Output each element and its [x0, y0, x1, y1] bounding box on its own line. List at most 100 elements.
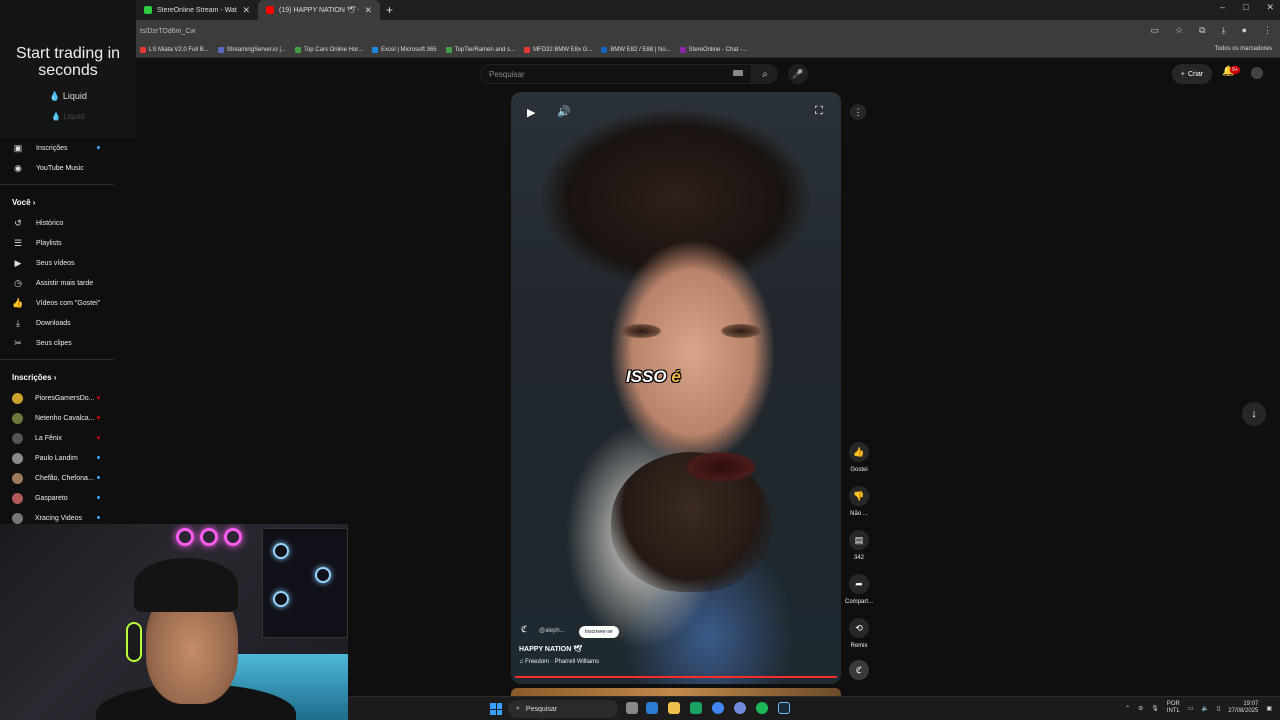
- headset-decoration: [126, 622, 142, 662]
- channel-handle[interactable]: @aleph...: [539, 628, 565, 634]
- remix-button[interactable]: ⟲ Remix: [844, 618, 874, 649]
- close-window-button[interactable]: ✕: [1266, 2, 1274, 13]
- tray-overflow-icon[interactable]: ⌃: [1125, 705, 1130, 712]
- new-tab-button[interactable]: +: [386, 3, 393, 17]
- steam-icon[interactable]: [778, 702, 790, 714]
- play-icon[interactable]: ▶: [527, 106, 535, 119]
- video-title[interactable]: HAPPY NATION 🕊: [519, 645, 582, 653]
- bookmark-item[interactable]: BMW E82 / E88 | No...: [601, 46, 671, 53]
- next-short-preview[interactable]: [511, 688, 841, 696]
- profile-icon[interactable]: ●: [1242, 25, 1247, 36]
- display-icon[interactable]: ▭: [1188, 705, 1194, 712]
- store-icon[interactable]: [690, 702, 702, 714]
- sidebar-subscription[interactable]: La Fênix: [0, 428, 120, 448]
- sidebar-subscription[interactable]: Gaspareto: [0, 488, 120, 508]
- chrome-icon[interactable]: [712, 702, 724, 714]
- keyboard-icon[interactable]: [733, 70, 743, 76]
- bookmark-label: StreamingServer.io |...: [226, 46, 286, 53]
- like-button[interactable]: 👍 Gostei: [844, 442, 874, 473]
- edge-icon[interactable]: [646, 702, 658, 714]
- sidebar-item-watch-later[interactable]: ◷ Assistir mais tarde: [0, 273, 120, 293]
- browser-menu-icon[interactable]: ⋮: [1263, 25, 1272, 36]
- browser-tab-active[interactable]: (19) HAPPY NATION 🕊 - YouT... ✕: [258, 0, 380, 20]
- maximize-button[interactable]: □: [1243, 2, 1248, 13]
- speaker-icon[interactable]: 🔈: [1202, 705, 1209, 712]
- more-options-icon[interactable]: ⋮: [850, 104, 866, 120]
- sidebar-item-playlists[interactable]: ☰ Playlists: [0, 233, 120, 253]
- channel-name: La Fênix: [35, 434, 62, 442]
- search-input[interactable]: Pesquisar: [480, 64, 752, 84]
- close-tab-icon[interactable]: ✕: [242, 5, 250, 16]
- minimize-button[interactable]: –: [1220, 2, 1225, 13]
- windows-start-icon[interactable]: [490, 703, 502, 715]
- taskbar-search[interactable]: ⌕ Pesquisar: [508, 700, 618, 718]
- ad-banner[interactable]: Start trading in seconds 💧 Liquid 💧 Liqu…: [0, 0, 136, 138]
- bookmark-star-icon[interactable]: ☆: [1175, 25, 1183, 36]
- dislike-button[interactable]: 👎 Não ...: [844, 486, 874, 517]
- clips-icon: ✂: [14, 337, 22, 348]
- language-code: POR: [1166, 701, 1180, 707]
- notifications-icon[interactable]: ▣: [1266, 705, 1272, 712]
- fan-decoration: [273, 591, 289, 607]
- subscribe-button[interactable]: Inscrever-se: [579, 626, 619, 638]
- bookmark-item[interactable]: MFD32 BMW E8x G...: [524, 46, 592, 53]
- sidebar-subscription[interactable]: PioresGamersDo...: [0, 388, 120, 408]
- comments-button[interactable]: ▤ 342: [844, 530, 874, 561]
- downloads-icon[interactable]: ⤓: [1222, 25, 1226, 36]
- music-track[interactable]: ♫ Freedom · Pharrell Williams: [519, 659, 599, 665]
- browser-tab[interactable]: StereOnline Stream - Watch Li... ✕: [136, 0, 258, 20]
- rgb-light-decoration: [200, 528, 218, 546]
- sound-channel-button[interactable]: ℭ: [844, 660, 874, 685]
- sidebar-item-your-videos[interactable]: ▶ Seus vídeos: [0, 253, 120, 273]
- shorts-video-player[interactable]: ISSO é ▶ 🔊 ⛶ ℭ @aleph... Inscrever-se HA…: [511, 92, 841, 684]
- language-indicator[interactable]: POR INTL: [1167, 701, 1180, 715]
- bookmark-label: LS Miata V2.0 Full B...: [149, 46, 209, 53]
- cast-icon[interactable]: ▭: [1151, 25, 1160, 36]
- channel-avatar-icon[interactable]: ℭ: [521, 624, 527, 635]
- bookmark-item[interactable]: StereOnline - Chat -...: [679, 46, 747, 53]
- bookmark-icon: [217, 46, 224, 53]
- extensions-icon[interactable]: ⧉: [1199, 25, 1205, 36]
- volume-icon[interactable]: 🔊: [557, 105, 571, 118]
- sidebar-you-header[interactable]: Você ›: [0, 191, 120, 213]
- sidebar-item-subscriptions[interactable]: ▣ Inscrições: [0, 138, 120, 158]
- notification-count-badge: 9+: [1230, 66, 1240, 74]
- network-icon[interactable]: ⊘: [1138, 705, 1143, 712]
- sidebar-subscription[interactable]: Paulo Landim: [0, 448, 120, 468]
- spotify-icon[interactable]: [756, 702, 768, 714]
- sidebar-item-clips[interactable]: ✂ Seus clipes: [0, 333, 120, 353]
- close-tab-icon[interactable]: ✕: [364, 5, 372, 16]
- discord-icon[interactable]: [734, 702, 746, 714]
- sidebar-item-downloads[interactable]: ⤓ Downloads: [0, 313, 120, 333]
- bookmark-item[interactable]: TopTierRamen and s...: [445, 46, 515, 53]
- sidebar-subscription[interactable]: Netenho Cavalca...: [0, 408, 120, 428]
- bookmark-item[interactable]: LS Miata V2.0 Full B...: [140, 46, 209, 53]
- sidebar-item-youtube-music[interactable]: ◉ YouTube Music: [0, 158, 120, 178]
- sidebar-subscription[interactable]: Chefão, Chefona...: [0, 468, 120, 488]
- create-button[interactable]: + Criar: [1172, 64, 1212, 84]
- file-explorer-icon[interactable]: [668, 702, 680, 714]
- fullscreen-icon[interactable]: ⛶: [815, 105, 823, 118]
- all-bookmarks-button[interactable]: Todos os marcadores: [1215, 46, 1272, 52]
- battery-icon[interactable]: ▯: [1217, 705, 1220, 712]
- video-frame-mouth: [686, 452, 756, 482]
- video-progress-bar[interactable]: [515, 676, 837, 678]
- account-avatar[interactable]: [1251, 67, 1263, 79]
- sidebar-subscriptions-header[interactable]: Inscrições ›: [0, 366, 120, 388]
- task-view-icon[interactable]: [626, 702, 638, 714]
- tab-title: (19) HAPPY NATION 🕊 - YouT...: [279, 7, 359, 14]
- bookmark-item[interactable]: Top Cars Online Hor...: [294, 46, 363, 53]
- share-button[interactable]: ➦ Compart...: [844, 574, 874, 605]
- bookmark-item[interactable]: StreamingServer.io |...: [217, 46, 286, 53]
- voice-search-icon[interactable]: 🎤: [788, 64, 808, 84]
- sidebar-item-liked-videos[interactable]: 👍 Vídeos com "Gostei": [0, 293, 120, 313]
- mic-icon[interactable]: 🎙: [1151, 705, 1159, 712]
- sidebar-item-history[interactable]: ↺ Histórico: [0, 213, 120, 233]
- sidebar-item-label: Inscrições: [36, 144, 68, 152]
- next-video-arrow-icon[interactable]: ↓: [1242, 402, 1266, 426]
- url-text[interactable]: ts/DzrTOd6m_Cw: [140, 28, 196, 35]
- bookmark-item[interactable]: Excel | Microsoft 365: [371, 46, 437, 53]
- clock[interactable]: 19:07 27/08/2025: [1228, 701, 1258, 715]
- search-button[interactable]: ⌕: [752, 64, 778, 84]
- address-bar[interactable]: ts/DzrTOd6m_Cw ▭ ☆ ⧉ ⤓ ● ⋮: [136, 20, 1280, 42]
